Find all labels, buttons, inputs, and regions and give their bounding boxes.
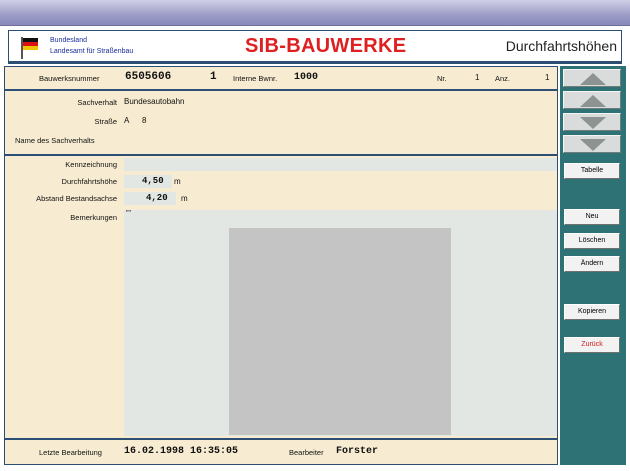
kopieren-button[interactable]: Kopieren — [564, 304, 620, 320]
strasse-label: Straße — [94, 117, 117, 126]
aendern-button[interactable]: Ändern — [564, 256, 620, 272]
durchfahrtshoehe-input[interactable]: 4,50 — [124, 175, 172, 188]
section-title: Durchfahrtshöhen — [505, 38, 617, 54]
abstand-unit: m — [181, 194, 188, 203]
anz-label: Anz. — [495, 74, 511, 83]
letzte-bearbeitung-label: Letzte Bearbeitung — [39, 448, 102, 457]
bauwerksnummer-label: Bauwerksnummer — [39, 74, 100, 83]
strasse-class: A — [124, 116, 130, 125]
bemerkungen-label: Bemerkungen — [70, 213, 117, 222]
anz-value: 1 — [545, 73, 550, 82]
teilbauwerk-value: 1 — [210, 71, 217, 83]
abstand-label: Abstand Bestandsachse — [36, 194, 117, 203]
app-title: SIB-BAUWERKE — [245, 35, 407, 57]
next-record-button[interactable] — [563, 113, 621, 131]
arrow-down-icon — [580, 117, 606, 129]
arrow-up-first-icon — [580, 73, 606, 85]
org-line-2: Landesamt für Straßenbau — [50, 48, 134, 55]
bearbeiter-value: Forster — [336, 446, 379, 457]
section-divider — [5, 154, 557, 156]
org-line-1: Bundesland — [50, 37, 87, 44]
durchfahrtshoehe-unit: m — [174, 177, 181, 186]
sachverhalt-label: Sachverhalt — [77, 98, 117, 107]
nr-value: 1 — [475, 73, 480, 82]
sachverhalt-value: Bundesautobahn — [124, 97, 185, 106]
durchfahrtshoehe-value: 4,50 — [142, 176, 164, 186]
record-header-row: Bauwerksnummer 6505606 1 Interne Bwnr. 1… — [5, 67, 557, 91]
tabelle-button[interactable]: Tabelle — [564, 163, 620, 179]
neu-button[interactable]: Neu — [564, 209, 620, 225]
letzte-bearbeitung-value: 16.02.1998 16:35:05 — [124, 446, 239, 457]
interne-bwnr-value: 1000 — [294, 72, 319, 83]
interne-bwnr-label: Interne Bwnr. — [233, 74, 278, 83]
nr-label: Nr. — [437, 74, 447, 83]
app-header: Bundesland Landesamt für Straßenbau SIB-… — [8, 30, 622, 64]
name-sachverhalt-label: Name des Sachverhalts — [15, 136, 95, 145]
zurueck-button[interactable]: Zurück — [564, 337, 620, 353]
german-flag-icon — [20, 37, 40, 59]
bearbeiter-label: Bearbeiter — [289, 448, 324, 457]
last-record-button[interactable] — [563, 135, 621, 153]
bemerkungen-value: "" — [126, 210, 131, 217]
durchfahrtshoehe-label: Durchfahrtshöhe — [61, 177, 117, 186]
action-sidebar: Tabelle Neu Löschen Ändern Kopieren Zurü… — [560, 66, 626, 465]
abstand-input[interactable]: 4,20 — [124, 192, 176, 205]
kennzeichnung-label: Kennzeichnung — [65, 160, 117, 169]
image-placeholder — [229, 228, 451, 435]
previous-record-button[interactable] — [563, 91, 621, 109]
window-titlebar — [0, 0, 630, 26]
footer-divider — [5, 438, 557, 440]
arrow-up-icon — [580, 95, 606, 107]
abstand-value: 4,20 — [146, 193, 168, 203]
kennzeichnung-input[interactable] — [124, 158, 557, 171]
detail-form: Bauwerksnummer 6505606 1 Interne Bwnr. 1… — [4, 66, 558, 465]
first-record-button[interactable] — [563, 69, 621, 87]
arrow-down-last-icon — [580, 139, 606, 151]
bauwerksnummer-value: 6505606 — [125, 71, 172, 83]
strasse-number: 8 — [142, 116, 147, 125]
loeschen-button[interactable]: Löschen — [564, 233, 620, 249]
